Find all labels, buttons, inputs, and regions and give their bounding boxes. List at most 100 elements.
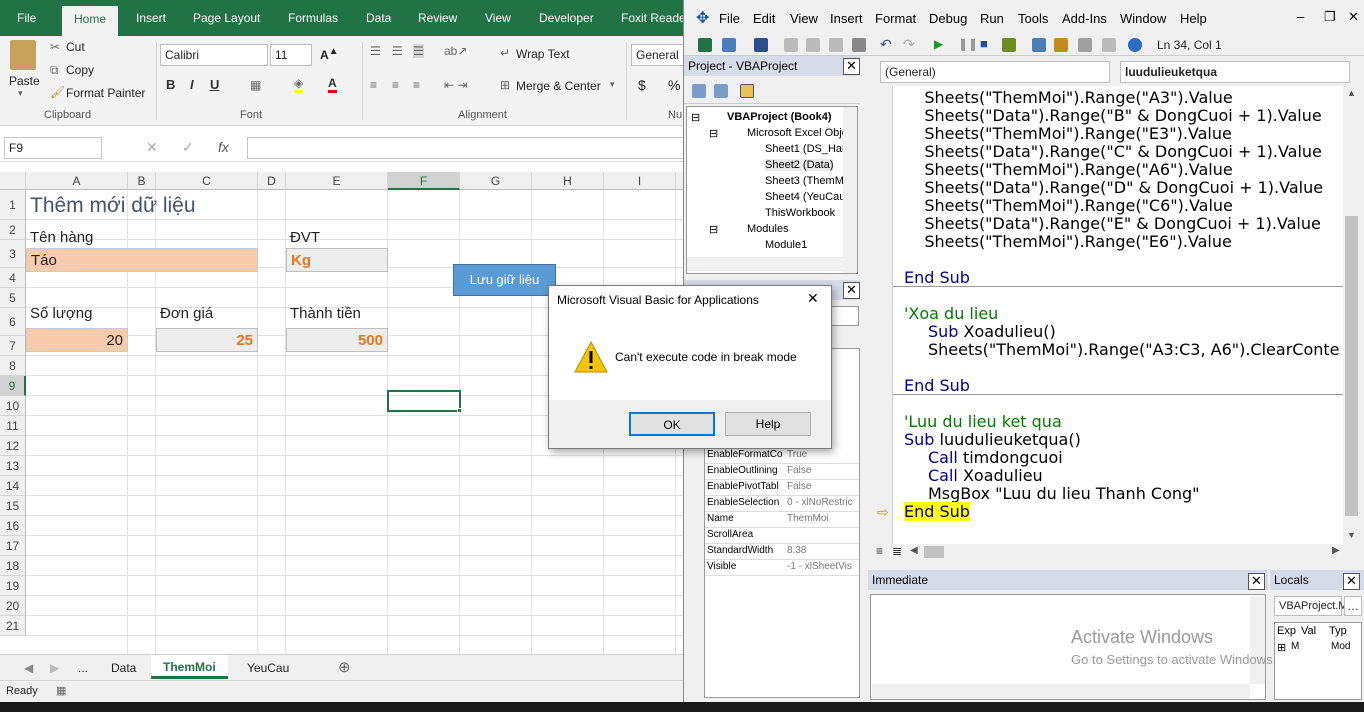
column-header[interactable]: C bbox=[156, 172, 258, 190]
tree-toggle-icon[interactable]: ⊟ bbox=[709, 127, 718, 140]
sheet-tab-data[interactable]: Data bbox=[111, 661, 136, 675]
row-header[interactable]: 14 bbox=[0, 476, 26, 496]
project-close-icon[interactable]: ✕ bbox=[843, 58, 860, 75]
align-top-icon[interactable]: ☰ bbox=[370, 44, 381, 58]
immediate-vscrollbar[interactable] bbox=[1250, 596, 1265, 684]
row-header[interactable]: 17 bbox=[0, 536, 26, 556]
cell-a3[interactable]: Táo bbox=[26, 248, 258, 272]
locals-context[interactable]: VBAProject.M bbox=[1274, 596, 1347, 616]
row-header[interactable]: 20 bbox=[0, 596, 26, 616]
align-bottom-icon[interactable]: ☰ bbox=[413, 44, 424, 58]
column-header[interactable]: D bbox=[258, 172, 286, 190]
break-icon[interactable]: ❚❚ bbox=[958, 37, 978, 51]
tree-hscrollbar[interactable] bbox=[687, 257, 843, 271]
cut-button[interactable]: Cut bbox=[66, 40, 85, 54]
property-name[interactable]: ScrollArea bbox=[707, 529, 785, 540]
close-icon[interactable]: ✕ bbox=[1348, 9, 1359, 25]
vbe-menu-file[interactable]: File bbox=[719, 11, 740, 26]
tab-formulas[interactable]: Formulas bbox=[288, 11, 338, 25]
row-header[interactable]: 2 bbox=[0, 220, 26, 240]
view-excel-icon[interactable] bbox=[698, 38, 712, 52]
column-header[interactable]: F bbox=[388, 172, 460, 190]
row-header[interactable]: 19 bbox=[0, 576, 26, 596]
property-name[interactable]: EnableOutlining bbox=[707, 465, 785, 476]
row-header[interactable]: 13 bbox=[0, 456, 26, 476]
sheet-tab-themmoi[interactable]: ThemMoi bbox=[151, 655, 228, 679]
properties-window-icon[interactable] bbox=[1054, 38, 1068, 52]
vbe-menu-insert[interactable]: Insert bbox=[830, 11, 863, 26]
tab-foxit[interactable]: Foxit Reade bbox=[621, 11, 683, 25]
tab-page-layout[interactable]: Page Layout bbox=[193, 11, 260, 25]
wrap-text-button[interactable]: Wrap Text bbox=[516, 47, 570, 61]
immediate-hscrollbar[interactable] bbox=[872, 684, 1250, 699]
tab-view[interactable]: View bbox=[485, 11, 511, 25]
tree-toggle-icon[interactable]: ⊟ bbox=[709, 223, 718, 236]
property-value[interactable]: False bbox=[787, 481, 859, 492]
row-header[interactable]: 12 bbox=[0, 436, 26, 456]
undo-icon[interactable]: ↶ bbox=[880, 36, 892, 53]
row-header[interactable]: 3 bbox=[0, 240, 26, 268]
run-icon[interactable]: ▶ bbox=[934, 37, 943, 51]
tab-home[interactable]: Home bbox=[62, 6, 119, 36]
vbe-menu-window[interactable]: Window bbox=[1120, 11, 1166, 26]
column-header[interactable]: G bbox=[460, 172, 532, 190]
tree-item-module1[interactable]: Module1 bbox=[765, 239, 807, 251]
property-value[interactable]: -1 - xlSheetVis bbox=[787, 561, 859, 572]
object-combo[interactable]: (General) bbox=[880, 61, 1110, 83]
formula-input[interactable] bbox=[247, 137, 683, 159]
help-icon[interactable] bbox=[1128, 38, 1142, 52]
project-explorer-icon[interactable] bbox=[1032, 38, 1046, 52]
object-browser-icon[interactable] bbox=[1078, 38, 1092, 52]
cell-a2[interactable]: Tên hàng bbox=[26, 228, 93, 248]
italic-button[interactable]: I bbox=[190, 77, 194, 92]
vbe-menu-tools[interactable]: Tools bbox=[1018, 11, 1048, 26]
view-code-icon[interactable] bbox=[692, 84, 706, 98]
paste-dropdown-icon[interactable]: ▾ bbox=[18, 88, 23, 99]
procedure-combo[interactable]: luudulieuketqua bbox=[1120, 61, 1350, 83]
row-header[interactable]: 16 bbox=[0, 516, 26, 536]
scroll-up-icon[interactable]: ▲ bbox=[1347, 88, 1356, 98]
row-header[interactable]: 11 bbox=[0, 416, 26, 436]
tree-item-sheet1[interactable]: Sheet1 (DS_Han bbox=[765, 143, 848, 155]
cell-e5[interactable]: Thành tiền bbox=[286, 304, 361, 324]
vbe-menu-format[interactable]: Format bbox=[875, 11, 916, 26]
more-sheets-button[interactable]: ... bbox=[78, 661, 88, 675]
project-tree[interactable]: ⊟ VBAProject (Book4) ⊟ Microsoft Excel O… bbox=[686, 106, 858, 274]
tree-item-sheet2[interactable]: Sheet2 (Data) bbox=[765, 159, 834, 171]
row-header[interactable]: 6 bbox=[0, 308, 26, 336]
scroll-thumb[interactable] bbox=[1345, 216, 1358, 516]
sheet-tab-yeucau[interactable]: YeuCau bbox=[247, 661, 289, 675]
immediate-close-icon[interactable]: ✕ bbox=[1248, 573, 1265, 590]
save-data-button[interactable]: Lưu giữ liệu bbox=[453, 264, 556, 296]
row-header[interactable]: 21 bbox=[0, 616, 26, 636]
cell-c5[interactable]: Đơn giá bbox=[156, 304, 213, 324]
redo-icon[interactable]: ↷ bbox=[903, 36, 915, 53]
cut-icon[interactable] bbox=[784, 38, 798, 52]
property-name[interactable]: EnableSelection bbox=[707, 497, 785, 508]
percent-button[interactable]: % bbox=[668, 77, 680, 93]
property-name[interactable]: EnablePivotTabl bbox=[707, 481, 785, 492]
selected-cell-f9[interactable] bbox=[387, 390, 461, 412]
vbe-menu-addins[interactable]: Add-Ins bbox=[1062, 11, 1107, 26]
code-pane[interactable]: Sheets("ThemMoi").Range("A3").Value Shee… bbox=[893, 86, 1343, 544]
fill-handle[interactable] bbox=[457, 408, 462, 413]
reset-icon[interactable]: ■ bbox=[980, 36, 988, 51]
borders-icon[interactable]: ▦ bbox=[250, 78, 261, 92]
view-object-icon[interactable] bbox=[714, 84, 728, 98]
insert-function-button[interactable]: fx bbox=[218, 139, 229, 155]
properties-close-icon[interactable]: ✕ bbox=[843, 282, 860, 299]
find-icon[interactable] bbox=[852, 38, 866, 52]
cell-e3[interactable]: Kg bbox=[286, 248, 388, 272]
property-value[interactable]: 0 - xlNoRestric bbox=[787, 497, 859, 508]
cell-a5[interactable]: Số lượng bbox=[26, 304, 92, 324]
vbe-menu-run[interactable]: Run bbox=[980, 11, 1004, 26]
enter-icon[interactable]: ✓ bbox=[182, 139, 194, 156]
code-vscrollbar[interactable]: ▲ ▼ bbox=[1343, 86, 1360, 544]
tree-toggle-icon[interactable]: ⊟ bbox=[691, 111, 700, 124]
tree-item-project[interactable]: VBAProject (Book4) bbox=[727, 111, 832, 123]
macro-record-icon[interactable]: ▦ bbox=[56, 684, 66, 697]
column-header[interactable]: E bbox=[286, 172, 388, 190]
vbe-app-icon[interactable]: ✥ bbox=[696, 8, 709, 28]
font-name-select[interactable]: Calibri bbox=[160, 44, 268, 66]
toggle-folders-icon[interactable] bbox=[740, 84, 754, 98]
